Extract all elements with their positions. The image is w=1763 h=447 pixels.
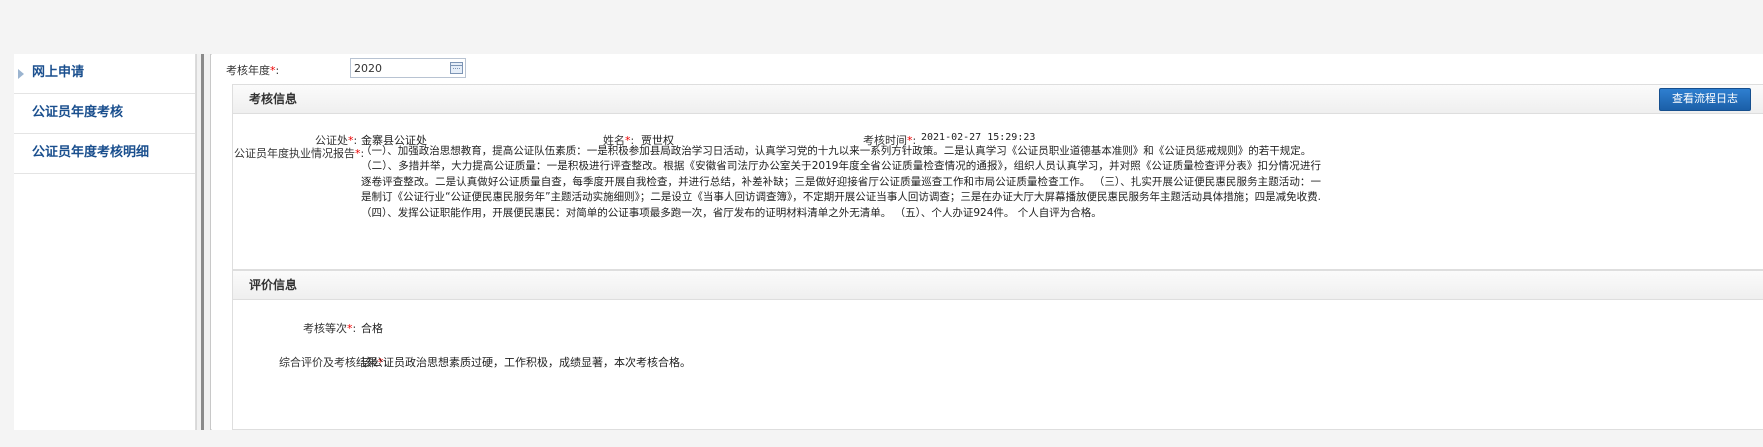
view-process-log-button[interactable]: 查看流程日志 <box>1659 88 1751 111</box>
report-paragraph: （一）、加强政治思想教育，提高公证队伍素质：一是积极参加县局政治学习日活动，认真… <box>361 145 1312 157</box>
splitter[interactable] <box>196 54 211 430</box>
required-mark: * <box>270 64 276 77</box>
grade-value: 合格 <box>361 322 383 335</box>
year-label: 考核年度*: <box>226 64 280 77</box>
sidebar-item-label: 公证员年度考核 <box>32 105 124 120</box>
result-value: 该公证员政治思想素质过硬，工作积极，成绩显著，本次考核合格。 <box>361 356 691 369</box>
sidebar-item-label: 公证员年度考核明细 <box>32 145 150 160</box>
sidebar-item-online-apply[interactable]: 网上申请 <box>14 54 195 94</box>
year-label-text: 考核年度 <box>226 64 270 77</box>
year-input[interactable]: 2020 <box>350 58 466 78</box>
sidebar-item-annual-assessment[interactable]: 公证员年度考核 <box>14 94 195 134</box>
report-paragraph: （二）、多措并举，大力提高公证质量：一是积极进行评查整改。根据《安徽省司法厅办公… <box>361 160 1321 219</box>
required-mark: * <box>347 322 353 335</box>
sidebar-item-label: 网上申请 <box>32 65 85 80</box>
assessment-info-title: 考核信息 <box>233 85 1763 114</box>
grade-label-text: 考核等次 <box>303 322 347 335</box>
required-mark: * <box>355 147 361 160</box>
calendar-icon[interactable] <box>450 62 463 74</box>
evaluation-info-panel: 评价信息 考核等次*: 合格 综合评价及考核结果*: 该公证员政治思想素质过硬，… <box>232 270 1763 430</box>
report-label: 公证员年度执业情况报告*: <box>234 147 365 160</box>
year-value: 2020 <box>354 62 382 75</box>
sidebar-item-assessment-detail[interactable]: 公证员年度考核明细 <box>14 134 195 174</box>
assessment-info-panel: 考核信息 查看流程日志 公证处*: 金寨县公证处 姓名*: 贾世权 考核时间*:… <box>232 84 1763 270</box>
report-label-text: 公证员年度执业情况报告 <box>234 147 355 160</box>
grade-label: 考核等次*: <box>303 322 357 335</box>
annual-report-text: （一）、加强政治思想教育，提高公证队伍素质：一是积极参加县局政治学习日活动，认真… <box>361 144 1321 221</box>
splitter-grip[interactable] <box>201 54 204 430</box>
evaluation-info-title: 评价信息 <box>233 271 1763 300</box>
time-value: 2021-02-27 15:29:23 <box>921 132 1036 143</box>
sidebar: 网上申请 公证员年度考核 公证员年度考核明细 <box>14 54 196 430</box>
arrow-right-icon <box>18 69 24 79</box>
main-content: 考核年度*: 2020 考核信息 查看流程日志 公证处*: 金寨县公证处 姓名*… <box>212 54 1763 430</box>
